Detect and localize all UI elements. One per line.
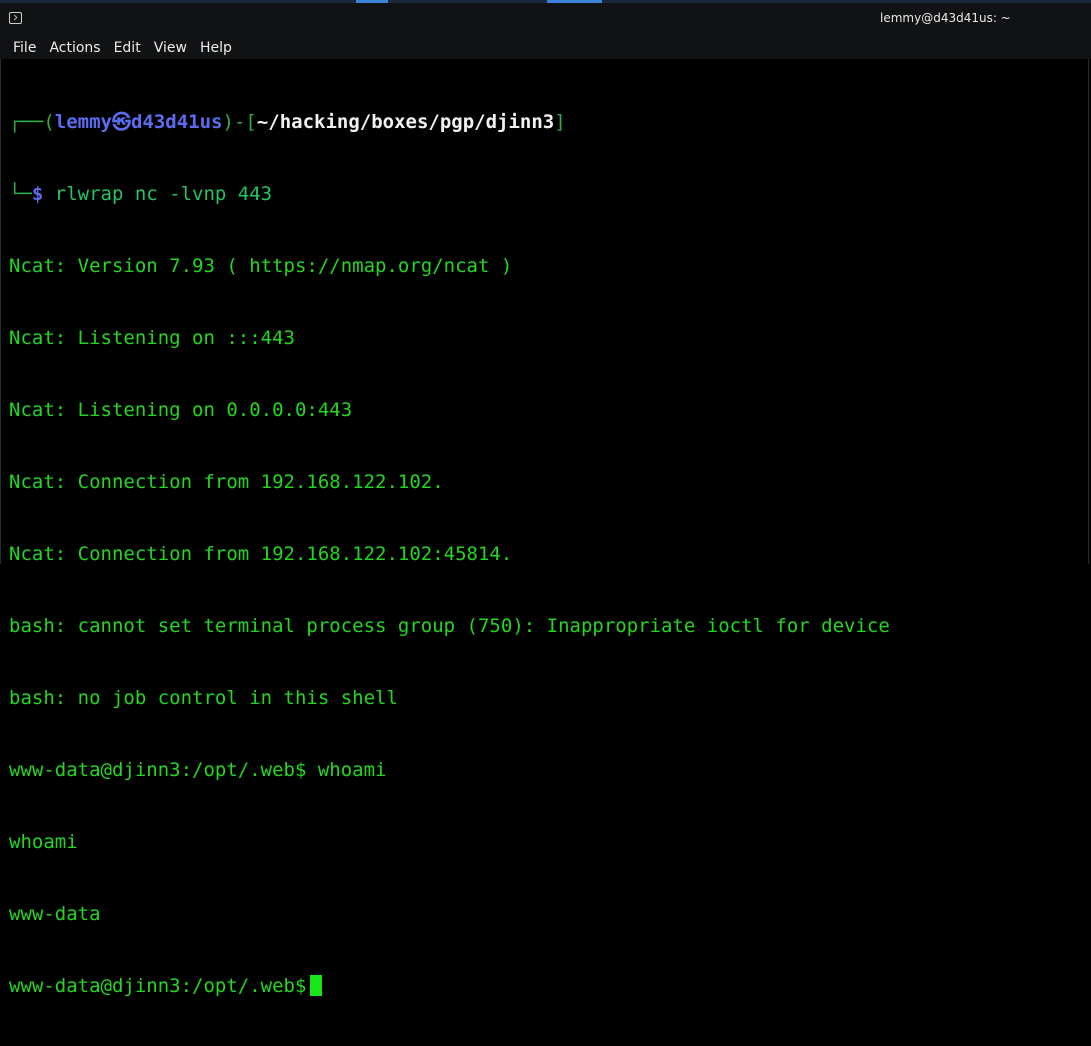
window-title: lemmy@d43d41us: ~ xyxy=(880,11,1011,25)
terminal-output[interactable]: ┌──(lemmy㉿d43d41us)-[~/hacking/boxes/pgp… xyxy=(0,59,1089,997)
output-line: Ncat: Connection from 192.168.122.102. xyxy=(9,471,444,493)
menu-edit[interactable]: Edit xyxy=(114,40,141,56)
output-line: Ncat: Connection from 192.168.122.102:45… xyxy=(9,543,513,565)
output-line: www-data@djinn3:/opt/.web$ whoami xyxy=(9,759,387,781)
menu-bar: File Actions Edit View Help xyxy=(0,36,1091,59)
output-line: whoami xyxy=(9,831,78,853)
output-line: bash: cannot set terminal process group … xyxy=(9,615,890,637)
prompt-frame-top: ┌──( xyxy=(9,111,55,133)
output-line: bash: no job control in this shell xyxy=(9,687,398,709)
menu-file[interactable]: File xyxy=(13,40,36,56)
prompt-user: lemmy xyxy=(54,111,112,133)
prompt-command: rlwrap nc -lvnp 443 xyxy=(43,183,273,205)
current-prompt-line[interactable]: www-data@djinn3:/opt/.web$ xyxy=(9,974,1088,998)
output-line: Ncat: Listening on 0.0.0.0:443 xyxy=(9,399,353,421)
current-prompt: www-data@djinn3:/opt/.web$ xyxy=(9,975,307,997)
prompt-line-top: ┌──(lemmy㉿d43d41us)-[~/hacking/boxes/pgp… xyxy=(9,110,1088,134)
skull-icon: ㉿ xyxy=(111,111,131,133)
prompt-frame-bottom: └─ xyxy=(9,183,32,205)
terminal-window: lemmy@d43d41us: ~ File Actions Edit View… xyxy=(0,0,1091,997)
text-cursor xyxy=(310,975,323,996)
title-bar[interactable]: lemmy@d43d41us: ~ xyxy=(0,3,1091,36)
prompt-host: d43d41us xyxy=(130,111,223,133)
prompt-dollar: $ xyxy=(31,183,44,205)
menu-view[interactable]: View xyxy=(154,40,187,56)
menu-actions[interactable]: Actions xyxy=(49,40,100,56)
output-line: Ncat: Version 7.93 ( https://nmap.org/nc… xyxy=(9,255,513,277)
prompt-line-command: └─$ rlwrap nc -lvnp 443 xyxy=(9,182,1088,206)
prompt-frame-end: ] xyxy=(554,111,566,133)
prompt-frame-mid: )-[ xyxy=(222,111,257,133)
output-line: Ncat: Listening on :::443 xyxy=(9,327,295,349)
output-line: www-data xyxy=(9,903,101,925)
prompt-path: ~/hacking/boxes/pgp/djinn3 xyxy=(256,111,555,133)
menu-help[interactable]: Help xyxy=(200,40,232,56)
